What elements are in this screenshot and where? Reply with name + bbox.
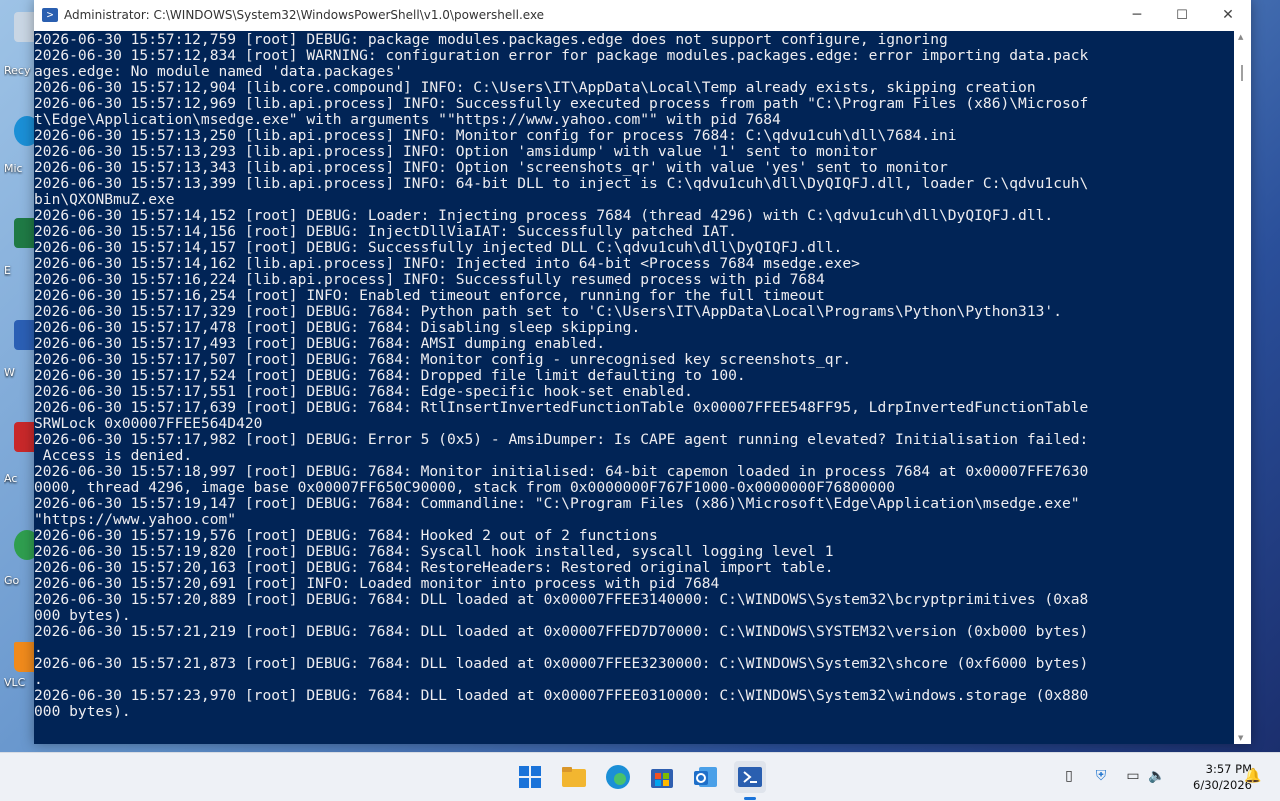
security-icon[interactable]: ⛨ xyxy=(1092,767,1110,785)
console-line: 2026-06-30 15:57:20,163 [root] DEBUG: 76… xyxy=(34,559,834,576)
console-line: 2026-06-30 15:57:17,507 [root] DEBUG: 76… xyxy=(34,351,852,368)
console-line: 2026-06-30 15:57:19,820 [root] DEBUG: 76… xyxy=(34,543,834,560)
window-title: Administrator: C:\WINDOWS\System32\Windo… xyxy=(64,8,545,22)
console-line: 2026-06-30 15:57:17,329 [root] DEBUG: 76… xyxy=(34,303,1062,320)
console-line: 2026-06-30 15:57:13,399 [lib.api.process… xyxy=(34,175,1089,192)
taskbar-edge[interactable] xyxy=(602,761,634,793)
notifications-icon[interactable]: 🔔 xyxy=(1244,767,1262,785)
console-line: 2026-06-30 15:57:17,639 [root] DEBUG: 76… xyxy=(34,399,1089,416)
console-line: 2026-06-30 15:57:14,157 [root] DEBUG: Su… xyxy=(34,239,843,256)
scroll-down-arrow-icon[interactable]: ▼ xyxy=(1238,734,1243,742)
console-line: 2026-06-30 15:57:19,147 [root] DEBUG: 76… xyxy=(34,495,1080,512)
console-line: 2026-06-30 15:57:19,576 [root] DEBUG: 76… xyxy=(34,527,658,544)
console-line: 2026-06-30 15:57:14,162 [lib.api.process… xyxy=(34,255,860,272)
console-line: 2026-06-30 15:57:14,152 [root] DEBUG: Lo… xyxy=(34,207,1054,224)
windows-start-icon xyxy=(519,766,541,788)
console-line: 2026-06-30 15:57:17,478 [root] DEBUG: 76… xyxy=(34,319,641,336)
console-line: t\Edge\Application\msedge.exe" with argu… xyxy=(34,111,781,128)
console-line: 2026-06-30 15:57:23,970 [root] DEBUG: 76… xyxy=(34,687,1089,704)
maximize-button[interactable]: ☐ xyxy=(1159,0,1205,31)
console-line: 2026-06-30 15:57:13,343 [lib.api.process… xyxy=(34,159,948,176)
edge-icon xyxy=(606,765,630,789)
console-line: bin\QXONBmuZ.exe xyxy=(34,191,175,208)
console-line: 2026-06-30 15:57:13,250 [lib.api.process… xyxy=(34,127,957,144)
console-line: 2026-06-30 15:57:18,997 [root] DEBUG: 76… xyxy=(34,463,1089,480)
console-line: SRWLock 0x00007FFEE564D420 xyxy=(34,415,263,432)
console-line: 2026-06-30 15:57:12,904 [lib.core.compou… xyxy=(34,79,1036,96)
console-line: 2026-06-30 15:57:17,551 [root] DEBUG: 76… xyxy=(34,383,693,400)
console-line: 2026-06-30 15:57:16,224 [lib.api.process… xyxy=(34,271,825,288)
console-line: 2026-06-30 15:57:17,493 [root] DEBUG: 76… xyxy=(34,335,606,352)
console-line: 2026-06-30 15:57:21,219 [root] DEBUG: 76… xyxy=(34,623,1089,640)
taskbar-outlook[interactable] xyxy=(690,761,722,793)
title-bar[interactable]: > Administrator: C:\WINDOWS\System32\Win… xyxy=(34,0,1251,31)
console-line: "https://www.yahoo.com" xyxy=(34,511,237,528)
console-text: 2026-06-30 15:57:12,759 [root] DEBUG: pa… xyxy=(34,32,1088,720)
console-line: 2026-06-30 15:57:14,156 [root] DEBUG: In… xyxy=(34,223,737,240)
powershell-icon xyxy=(738,767,762,787)
volume-icon[interactable]: 🔈 xyxy=(1148,767,1166,785)
console-line: 2026-06-30 15:57:16,254 [root] INFO: Ena… xyxy=(34,287,825,304)
console-line: 2026-06-30 15:57:21,873 [root] DEBUG: 76… xyxy=(34,655,1089,672)
console-line: 2026-06-30 15:57:20,889 [root] DEBUG: 76… xyxy=(34,591,1089,608)
console-line: 2026-06-30 15:57:13,293 [lib.api.process… xyxy=(34,143,878,160)
store-icon xyxy=(651,769,673,788)
taskbar-store[interactable] xyxy=(646,761,678,793)
taskbar-powershell[interactable] xyxy=(734,761,766,800)
close-button[interactable]: ✕ xyxy=(1205,0,1251,31)
console-line: 000 bytes). xyxy=(34,703,131,720)
outlook-icon xyxy=(694,767,717,787)
scroll-up-arrow-icon[interactable]: ▲ xyxy=(1238,33,1243,41)
folder-icon xyxy=(562,767,586,787)
start-button[interactable] xyxy=(514,761,546,793)
console-output[interactable]: 2026-06-30 15:57:12,759 [root] DEBUG: pa… xyxy=(34,31,1234,744)
minimize-button[interactable]: ─ xyxy=(1114,0,1160,31)
powershell-icon: > xyxy=(42,8,58,22)
console-line: ages.edge: No module named 'data.package… xyxy=(34,63,404,80)
console-line: . xyxy=(34,639,43,656)
console-line: 2026-06-30 15:57:12,969 [lib.api.process… xyxy=(34,95,1089,112)
powershell-window[interactable]: > Administrator: C:\WINDOWS\System32\Win… xyxy=(34,0,1251,744)
usb-icon[interactable]: ▯ xyxy=(1060,767,1078,785)
taskbar: ▯ ⛨ ▭ 🔈 3:57 PM 6/30/2026 🔔 xyxy=(0,752,1280,801)
taskbar-file-explorer[interactable] xyxy=(558,761,590,793)
console-line: 000 bytes). xyxy=(34,607,131,624)
console-line: 2026-06-30 15:57:12,834 [root] WARNING: … xyxy=(34,47,1089,64)
scrollbar-thumb[interactable] xyxy=(1241,65,1243,81)
console-line: Access is denied. xyxy=(34,447,193,464)
vertical-scrollbar[interactable]: ▲ ▼ xyxy=(1234,31,1251,744)
console-line: 2026-06-30 15:57:17,982 [root] DEBUG: Er… xyxy=(34,431,1089,448)
console-line: 2026-06-30 15:57:20,691 [root] INFO: Loa… xyxy=(34,575,720,592)
console-line: 2026-06-30 15:57:17,524 [root] DEBUG: 76… xyxy=(34,367,746,384)
console-line: 0000, thread 4296, image base 0x00007FF6… xyxy=(34,479,896,496)
console-line: . xyxy=(34,671,43,688)
display-icon[interactable]: ▭ xyxy=(1124,767,1142,785)
console-line: 2026-06-30 15:57:12,759 [root] DEBUG: pa… xyxy=(34,31,948,48)
